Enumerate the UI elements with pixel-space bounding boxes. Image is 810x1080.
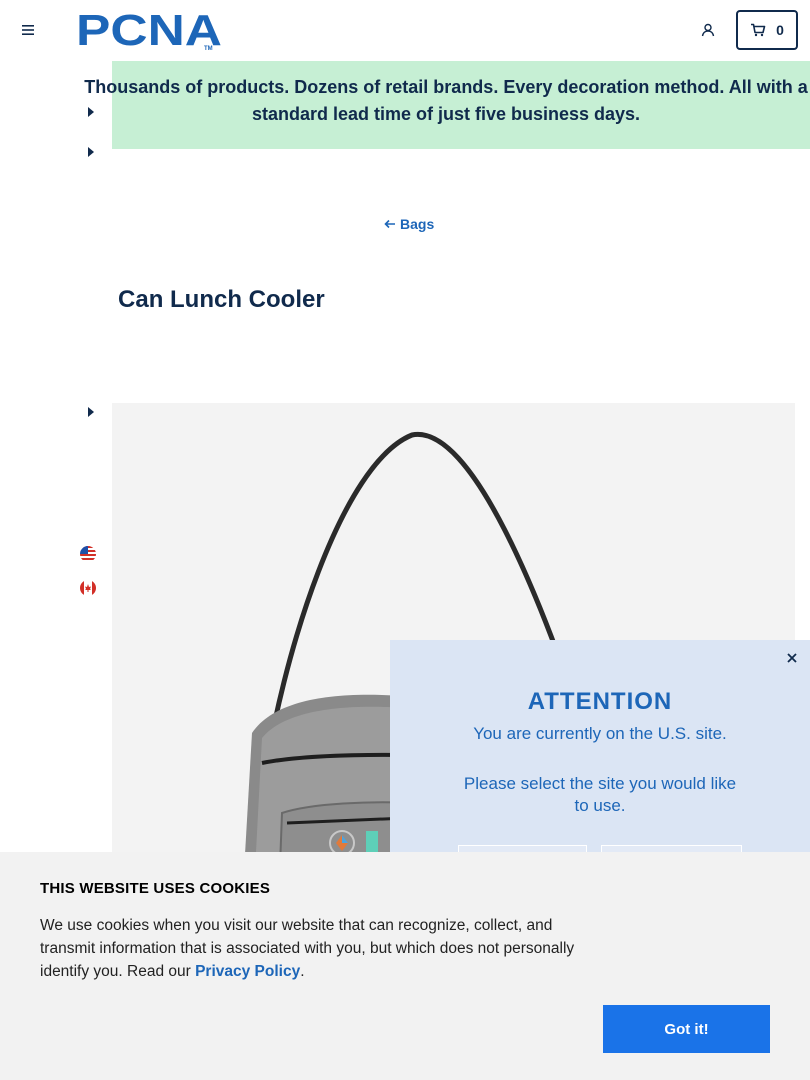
cookie-banner: THIS WEBSITE USES COOKIES We use cookies… [0, 852, 810, 1080]
modal-message: You are currently on the U.S. site. [473, 724, 727, 743]
pcna-logo[interactable]: PCNA TM [76, 6, 226, 55]
us-flag-icon[interactable] [80, 546, 96, 562]
cookie-text: We use cookies when you visit our websit… [40, 917, 575, 980]
cookie-title: THIS WEBSITE USES COOKIES [40, 880, 271, 897]
product-title: a Can Lunch Cooler [98, 286, 325, 313]
back-to-category-link[interactable]: Bags [384, 216, 434, 232]
arrow-left-icon [384, 219, 395, 229]
accept-cookies-button[interactable]: Got it! [603, 1005, 770, 1053]
user-icon [701, 23, 715, 37]
svg-text:TM: TM [204, 46, 213, 51]
caret-right-icon [88, 407, 94, 417]
menu-button[interactable] [16, 18, 40, 42]
modal-title: ATTENTION [527, 688, 673, 715]
cart-icon [751, 23, 766, 37]
close-icon [787, 653, 797, 663]
modal-close-button[interactable] [784, 650, 800, 666]
back-link-label: Bags [400, 216, 435, 232]
cart-count: 0 [776, 22, 784, 38]
pcna-logo-mark: PCNA TM [76, 6, 222, 55]
banner-text: Thousands of products. Dozens of retail … [84, 77, 808, 124]
hamburger-icon [22, 25, 34, 35]
account-button[interactable] [696, 18, 720, 42]
privacy-policy-link[interactable]: Privacy Policy [195, 963, 300, 980]
caret-right-icon [88, 147, 94, 157]
side-nav-arrow[interactable] [86, 406, 96, 418]
canada-flag-icon[interactable] [80, 580, 96, 596]
drawer-edge [96, 286, 112, 320]
site-header: PCNA TM 0 [0, 0, 810, 60]
svg-text:PCNA: PCNA [76, 11, 222, 51]
side-nav-arrow[interactable] [86, 146, 96, 158]
promo-banner: Thousands of products. Dozens of retail … [84, 61, 810, 149]
modal-prompt: Please select the site you would like to… [463, 774, 737, 815]
cart-button[interactable]: 0 [736, 10, 798, 50]
